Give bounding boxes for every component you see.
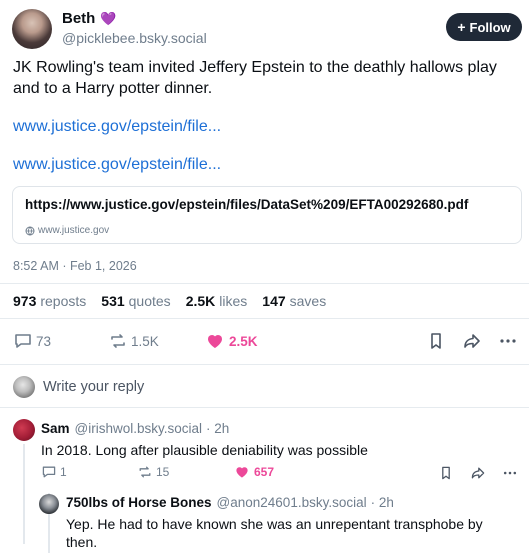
link-card-domain: www.justice.gov [38,225,110,236]
reply-time[interactable]: · 2h [206,421,229,436]
likes-stat[interactable]: 2.5K likes [186,293,248,309]
nested-reply-author-handle[interactable]: @anon24601.bsky.social [217,495,367,510]
divider [0,364,529,365]
post-text: JK Rowling's team invited Jeffery Epstei… [13,59,497,97]
quotes-stat[interactable]: 531 quotes [101,293,170,309]
follow-label: Follow [469,19,511,35]
reposts-count: 973 [13,293,37,309]
nested-reply-author-name[interactable]: 750lbs of Horse Bones [66,495,212,510]
nested-reply-avatar[interactable] [39,494,59,514]
reposts-label: reposts [40,293,87,309]
heart-filled-icon [234,464,250,480]
saves-stat[interactable]: 147 saves [262,293,326,309]
divider [0,407,529,408]
more-options-icon[interactable] [502,465,518,481]
share-icon[interactable] [462,331,482,351]
divider [0,283,529,284]
thread-line [23,444,25,544]
more-options-icon[interactable] [498,331,518,351]
reply-like-count: 657 [254,465,275,479]
post-link-1[interactable]: www.justice.gov/epstein/file... [13,118,221,136]
reply-button[interactable]: 73 [13,331,51,351]
nested-reply-time[interactable]: · 2h [371,495,394,510]
like-count: 2.5K [229,333,258,349]
author-name[interactable]: Beth [62,10,95,27]
like-button[interactable]: 2.5K [205,331,258,351]
verified-heart-icon: 💜 [100,10,117,26]
follow-button[interactable]: + Follow [446,13,522,41]
reply-input-placeholder: Write your reply [43,379,145,395]
repost-icon [108,331,128,351]
repost-button[interactable]: 1.5K [108,331,159,351]
reply-composer[interactable]: Write your reply [13,375,513,399]
reply-repost-count: 15 [156,465,170,479]
quotes-count: 531 [101,293,125,309]
quotes-label: quotes [128,293,171,309]
reposts-stat[interactable]: 973 reposts [13,293,86,309]
reply-avatar[interactable] [13,419,35,441]
link-card-title: https://www.justice.gov/epstein/files/Da… [25,197,469,212]
repost-count: 1.5K [131,333,159,349]
reply-like-button[interactable]: 657 [234,464,274,480]
reply-author-name[interactable]: Sam [41,421,70,436]
bookmark-icon[interactable] [438,465,454,481]
reply-comment-button[interactable]: 1 [41,464,67,480]
post-link-2[interactable]: www.justice.gov/epstein/file... [13,156,221,174]
comment-icon [13,331,33,351]
bookmark-icon[interactable] [426,331,446,351]
divider [0,318,529,319]
link-card[interactable]: https://www.justice.gov/epstein/files/Da… [12,186,522,244]
comment-icon [41,464,57,480]
saves-count: 147 [262,293,286,309]
heart-filled-icon [205,331,225,351]
plus-icon: + [457,19,466,35]
reply-author-handle[interactable]: @irishwol.bsky.social [75,421,203,436]
reply-comment-count: 1 [60,465,67,479]
nested-reply-header: 750lbs of Horse Bones @anon24601.bsky.so… [66,495,394,510]
reply-text: In 2018. Long after plausible deniabilit… [41,442,368,458]
likes-count: 2.5K [185,293,216,309]
share-icon[interactable] [470,465,486,481]
author-avatar[interactable] [12,9,52,49]
repost-icon [137,464,153,480]
reply-header: Sam @irishwol.bsky.social · 2h [41,421,229,436]
nested-reply-text: Yep. He had to have known she was an unr… [66,516,483,550]
reply-repost-button[interactable]: 15 [137,464,169,480]
likes-label: likes [219,293,248,309]
saves-label: saves [289,293,327,309]
user-avatar [13,376,35,398]
author-handle[interactable]: @picklebee.bsky.social [62,30,207,46]
globe-icon [25,226,35,236]
post-timestamp[interactable]: 8:52 AM · Feb 1, 2026 [13,259,137,273]
reply-count: 73 [36,333,52,349]
